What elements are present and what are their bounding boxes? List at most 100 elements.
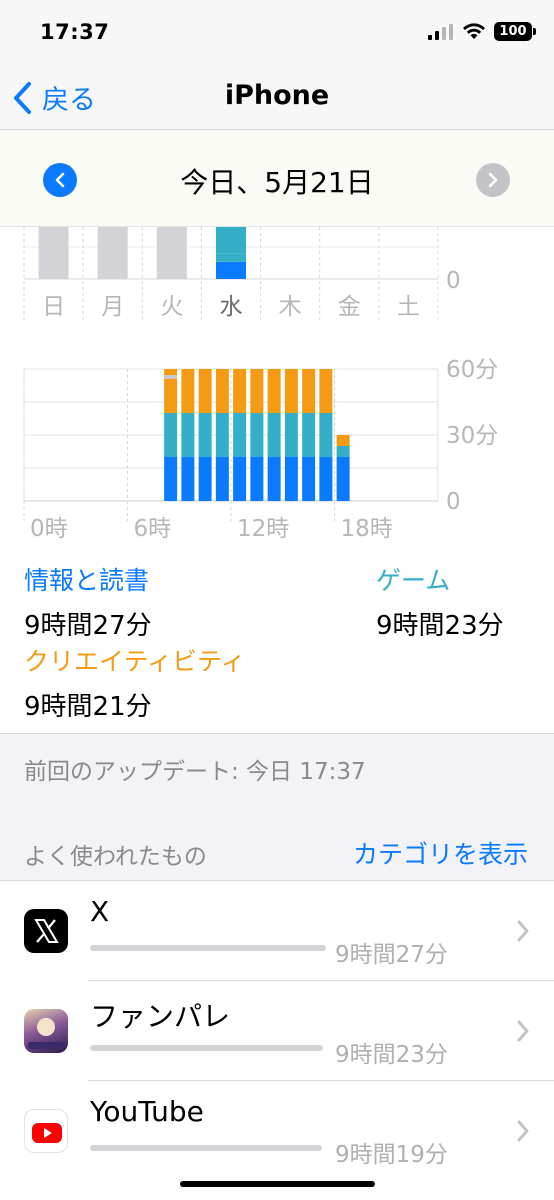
hourly-bar-10-2 bbox=[198, 369, 212, 413]
hourly-bar-8-1 bbox=[164, 413, 178, 457]
list-item-youtube[interactable]: YouTube 9時間19分 bbox=[0, 1081, 554, 1181]
hourly-bar-13-1 bbox=[250, 413, 264, 457]
usage-bar bbox=[90, 1145, 322, 1151]
list-item-x[interactable]: X 9時間27分 bbox=[0, 881, 554, 981]
hourly-bar-11-2 bbox=[215, 369, 229, 413]
page-title: iPhone bbox=[224, 80, 330, 111]
hourly-bar-12-1 bbox=[233, 413, 247, 457]
category-games: ゲーム 9時間23分 bbox=[376, 561, 504, 642]
hourly-bar-12-2 bbox=[233, 369, 247, 413]
category-info-reading: 情報と読書 9時間27分 bbox=[24, 561, 152, 642]
hourly-bar-13-2 bbox=[250, 369, 264, 413]
weekly-day-label: 火 bbox=[160, 294, 183, 320]
weekly-day-label: 月 bbox=[101, 294, 124, 320]
app-name: ファンパレ bbox=[90, 1000, 231, 1033]
hourly-bar-16-2 bbox=[302, 369, 316, 413]
status-bar: 17:37 100 bbox=[0, 0, 554, 66]
most-used-list: X 9時間27分 ファンパレ 9時間23分 YouTube 9時間19分 bbox=[0, 880, 554, 1200]
cellular-signal-icon bbox=[428, 23, 453, 40]
weekly-day-label: 木 bbox=[279, 294, 302, 320]
hourly-bar-16-1 bbox=[302, 413, 316, 457]
youtube-logo bbox=[32, 1123, 62, 1143]
fanpare-art bbox=[28, 1018, 64, 1049]
hourly-bar-17-2 bbox=[319, 369, 333, 413]
weekly-day-label: 金 bbox=[338, 294, 361, 320]
hourly-bar-14-2 bbox=[267, 369, 281, 413]
hourly-y-tick: 0 bbox=[446, 489, 461, 515]
category-name: クリエイティビティ bbox=[24, 647, 246, 676]
hourly-bar-8-0 bbox=[164, 457, 178, 501]
hourly-bar-11-0 bbox=[215, 457, 229, 501]
wifi-icon bbox=[463, 23, 485, 39]
category-time: 9時間21分 bbox=[24, 692, 152, 722]
hourly-bar-9-1 bbox=[181, 413, 195, 457]
date-selector: 今日、5月21日 bbox=[0, 131, 554, 227]
list-item-fanpare[interactable]: ファンパレ 9時間23分 bbox=[0, 981, 554, 1081]
weekly-bar-wed-top bbox=[216, 227, 246, 254]
next-day-button[interactable] bbox=[476, 163, 510, 197]
most-used-title: よく使われたもの bbox=[24, 844, 207, 870]
usage-card: 日月火水木金土 0 60分 30分 0 0時 6時 12時 18時 情報と読書 9時間27分 ゲ… bbox=[0, 227, 554, 733]
status-icons: 100 bbox=[428, 22, 536, 41]
hourly-x-tick: 0時 bbox=[30, 516, 68, 542]
chevron-right-icon bbox=[488, 172, 498, 188]
weekly-bar-0 bbox=[38, 227, 69, 279]
hourly-bar-10-0 bbox=[198, 457, 212, 501]
hourly-x-tick: 18時 bbox=[341, 516, 393, 542]
x-logo-glyph bbox=[34, 919, 59, 943]
hourly-bar-13-0 bbox=[250, 457, 264, 501]
hourly-bar-18-2 bbox=[336, 435, 350, 446]
weekly-day-label: 水 bbox=[220, 294, 243, 320]
app-time: 9時間27分 bbox=[335, 942, 448, 968]
weekly-bar-1 bbox=[97, 227, 128, 279]
hourly-bar-15-1 bbox=[284, 413, 298, 457]
show-categories-link[interactable]: カテゴリを表示 bbox=[353, 835, 528, 871]
weekly-bar-wed-game bbox=[216, 253, 246, 262]
usage-bar bbox=[90, 945, 326, 951]
hourly-x-tick: 6時 bbox=[134, 516, 172, 542]
app-time: 9時間19分 bbox=[335, 1142, 448, 1168]
category-creativity: クリエイティビティ 9時間21分 bbox=[24, 642, 246, 723]
battery-level: 100 bbox=[499, 24, 527, 39]
app-name: X bbox=[90, 895, 110, 928]
battery-icon: 100 bbox=[494, 22, 536, 41]
usage-bar bbox=[90, 1045, 323, 1051]
hourly-bar-17-0 bbox=[319, 457, 333, 501]
category-time: 9時間23分 bbox=[376, 611, 504, 641]
weekly-bar-2 bbox=[156, 227, 187, 279]
weekly-day-label: 土 bbox=[397, 294, 420, 320]
hourly-bar-18-0 bbox=[336, 457, 350, 501]
hourly-bar-18-1 bbox=[336, 446, 350, 457]
x-logo-icon bbox=[24, 909, 68, 953]
usage-charts: 日月火水木金土060分30分00時 6時 12時 18時 bbox=[23, 227, 498, 542]
hourly-bar-15-0 bbox=[284, 457, 298, 501]
category-name: 情報と読書 bbox=[24, 566, 150, 595]
hourly-y-tick: 60分 bbox=[446, 357, 498, 383]
chevron-right-icon bbox=[517, 1120, 529, 1142]
hourly-x-tick: 12時 bbox=[237, 516, 289, 542]
hourly-bar-9-0 bbox=[181, 457, 195, 501]
hourly-bar-10-1 bbox=[198, 413, 212, 457]
last-updated: 前回のアップデート: 今日 17:37 bbox=[24, 759, 366, 785]
hourly-bar-14-1 bbox=[267, 413, 281, 457]
hourly-bar-8-other bbox=[164, 375, 178, 379]
category-name: ゲーム bbox=[376, 566, 451, 595]
hourly-bar-15-2 bbox=[284, 369, 298, 413]
hourly-bar-9-2 bbox=[181, 369, 195, 413]
weekly-day-label: 日 bbox=[42, 294, 65, 320]
hourly-bar-17-1 bbox=[319, 413, 333, 457]
current-date: 今日、5月21日 bbox=[180, 166, 374, 199]
status-time: 17:37 bbox=[40, 20, 110, 44]
hourly-bar-16-0 bbox=[302, 457, 316, 501]
hourly-bar-14-0 bbox=[267, 457, 281, 501]
hourly-y-tick: 30分 bbox=[446, 423, 498, 449]
weekly-bar-wed-info bbox=[216, 261, 246, 279]
divider bbox=[0, 733, 554, 734]
fanpare-icon bbox=[24, 1009, 68, 1053]
app-name: YouTube bbox=[90, 1095, 204, 1128]
youtube-icon bbox=[24, 1109, 68, 1153]
hourly-bar-12-0 bbox=[233, 457, 247, 501]
chevron-right-icon bbox=[517, 1020, 529, 1042]
chevron-right-icon bbox=[517, 920, 529, 942]
app-time: 9時間23分 bbox=[335, 1042, 448, 1068]
